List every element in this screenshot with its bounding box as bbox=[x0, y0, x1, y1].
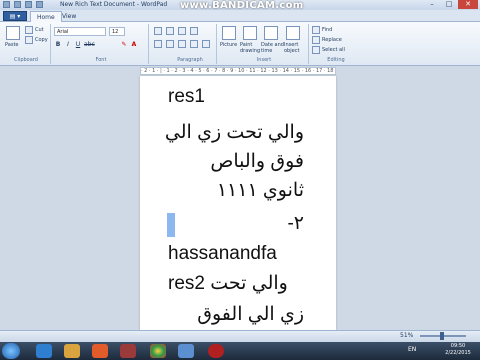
justify-icon[interactable] bbox=[190, 40, 198, 48]
replace-icon[interactable] bbox=[312, 36, 320, 44]
paste-button-label[interactable]: Paste bbox=[5, 42, 19, 48]
text-line[interactable]: فوق والباص bbox=[140, 151, 336, 173]
minimize-button[interactable]: – bbox=[424, 0, 440, 9]
media-player-icon[interactable] bbox=[92, 344, 108, 358]
replace-button[interactable]: Replace bbox=[322, 37, 342, 43]
paragraph-settings-icon[interactable] bbox=[202, 40, 210, 48]
insert-object-icon[interactable] bbox=[286, 26, 300, 40]
app-icon[interactable] bbox=[120, 344, 136, 358]
text-selection-highlight bbox=[167, 213, 175, 237]
window-title: New Rich Text Document - WordPad bbox=[60, 1, 168, 8]
text-line[interactable]: res2 والي تحت bbox=[140, 273, 336, 295]
find-icon[interactable] bbox=[312, 26, 320, 34]
italic-button[interactable]: I bbox=[64, 40, 72, 49]
picture-icon[interactable] bbox=[222, 26, 236, 40]
insert-group-label: Insert bbox=[256, 57, 272, 63]
calendar-clock-icon[interactable] bbox=[264, 26, 278, 40]
application-menu-button[interactable]: ▤ ▾ bbox=[3, 11, 27, 21]
insert-object-button-label[interactable]: Insert object bbox=[284, 42, 306, 54]
text-line[interactable]: زي الي الفوق bbox=[140, 304, 336, 326]
ruler[interactable]: · 2 · 1 · | · 1 · 2 · 3 · 4 · 5 · 6 · 7 … bbox=[140, 67, 336, 75]
align-right-icon[interactable] bbox=[178, 40, 186, 48]
bullets-icon[interactable] bbox=[178, 27, 186, 35]
language-indicator[interactable]: EN bbox=[408, 346, 416, 353]
group-separator bbox=[216, 24, 217, 64]
font-color-icon[interactable]: A bbox=[130, 40, 138, 49]
find-button[interactable]: Find bbox=[322, 27, 332, 33]
group-separator bbox=[308, 24, 309, 64]
bold-button[interactable]: B bbox=[54, 40, 62, 49]
cut-icon[interactable] bbox=[25, 26, 33, 34]
date-time-button-label[interactable]: Date and time bbox=[261, 42, 285, 54]
font-size-select[interactable]: 12 bbox=[109, 27, 125, 36]
clock-time: 09:50 bbox=[450, 343, 466, 349]
paragraph-group-label: Paragraph bbox=[177, 57, 203, 63]
line-spacing-icon[interactable] bbox=[190, 27, 198, 35]
increase-indent-icon[interactable] bbox=[166, 27, 174, 35]
cut-button[interactable]: Cut bbox=[35, 27, 44, 33]
text-line[interactable]: ثانوي ١١١١ bbox=[140, 180, 336, 202]
align-center-icon[interactable] bbox=[166, 40, 174, 48]
text-line[interactable]: res1 bbox=[140, 86, 336, 108]
align-left-icon[interactable] bbox=[154, 40, 162, 48]
bandicam-taskbar-icon[interactable] bbox=[208, 344, 224, 358]
select-all-button[interactable]: Select all bbox=[322, 47, 345, 53]
paint-drawing-button-label[interactable]: Paint drawing bbox=[240, 42, 262, 54]
font-family-select[interactable]: Arial bbox=[54, 27, 106, 36]
copy-button[interactable]: Copy bbox=[35, 37, 48, 43]
wordpad-app-icon[interactable] bbox=[3, 1, 10, 8]
internet-explorer-icon[interactable] bbox=[36, 344, 52, 358]
maximize-button[interactable]: □ bbox=[441, 0, 457, 9]
group-separator bbox=[50, 24, 51, 64]
highlight-icon[interactable]: ✎ bbox=[120, 40, 128, 49]
clipboard-group-label: Clipboard bbox=[14, 57, 38, 63]
undo-icon[interactable] bbox=[25, 1, 32, 8]
underline-button[interactable]: U bbox=[74, 40, 82, 49]
picture-button-label[interactable]: Picture bbox=[220, 42, 237, 48]
save-icon[interactable] bbox=[14, 1, 21, 8]
close-button[interactable]: ✕ bbox=[458, 0, 478, 9]
font-group-label: Font bbox=[95, 57, 107, 63]
zoom-slider-thumb[interactable] bbox=[440, 332, 444, 340]
group-separator bbox=[148, 24, 149, 64]
editing-group-label: Editing bbox=[327, 57, 345, 63]
tab-view[interactable]: View bbox=[56, 11, 82, 22]
wordpad-taskbar-icon[interactable] bbox=[178, 344, 194, 358]
strikethrough-button[interactable]: abc bbox=[84, 40, 95, 49]
paint-drawing-icon[interactable] bbox=[243, 26, 257, 40]
file-explorer-icon[interactable] bbox=[64, 344, 80, 358]
paste-icon[interactable] bbox=[6, 26, 20, 40]
zoom-level: 51% bbox=[400, 332, 414, 339]
clock-date: 2/22/2015 bbox=[445, 350, 471, 356]
decrease-indent-icon[interactable] bbox=[154, 27, 162, 35]
start-button[interactable] bbox=[2, 343, 20, 359]
text-line[interactable]: hassanandfa bbox=[140, 243, 336, 265]
text-line[interactable]: والي تحت زي الي bbox=[140, 122, 336, 144]
copy-icon[interactable] bbox=[25, 36, 33, 44]
system-clock[interactable]: 09:50 2/22/2015 bbox=[440, 343, 476, 357]
chrome-icon[interactable] bbox=[150, 344, 166, 358]
select-all-icon[interactable] bbox=[312, 46, 320, 54]
document-page[interactable]: res1 والي تحت زي الي فوق والباص ثانوي ١١… bbox=[140, 76, 336, 330]
redo-icon[interactable] bbox=[36, 1, 43, 8]
